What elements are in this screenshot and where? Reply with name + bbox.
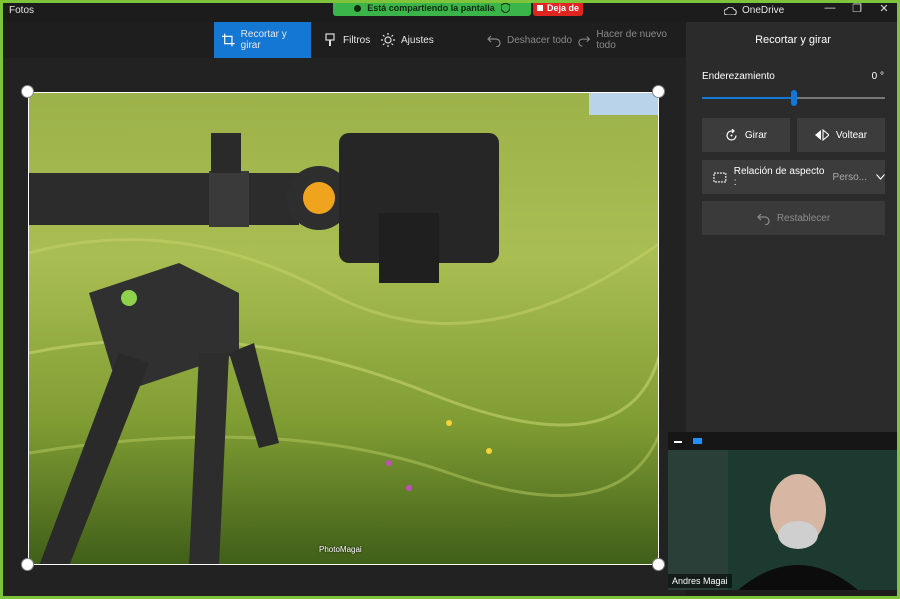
crop-handle-top-right[interactable] <box>652 85 665 98</box>
rotate-icon <box>726 128 737 141</box>
close-button[interactable]: ✕ <box>872 2 896 15</box>
title-bar: Fotos Está compartiendo la pantalla Deja… <box>0 0 900 22</box>
share-banner-text: Está compartiendo la pantalla <box>367 3 495 13</box>
flip-label: Voltear <box>835 129 868 141</box>
tab-filters[interactable]: Filtros <box>315 22 378 58</box>
participant-image <box>668 450 900 590</box>
reset-icon <box>756 213 770 225</box>
rotate-label: Girar <box>744 129 768 141</box>
tab-adjustments-label: Ajustes <box>401 34 434 46</box>
aspect-ratio-icon <box>713 172 727 182</box>
straighten-value: 0 ° <box>871 71 884 82</box>
tab-adjustments[interactable]: Ajustes <box>373 22 442 58</box>
aspect-ratio-label: Relación de aspecto : <box>733 166 825 188</box>
photo-preview: PhotoMagai <box>28 92 659 565</box>
aspect-ratio-value: Perso... <box>832 171 867 183</box>
undo-icon <box>487 35 501 47</box>
chevron-down-icon <box>876 172 885 183</box>
reset-label: Restablecer <box>776 212 831 224</box>
photo-watermark: PhotoMagai <box>319 545 362 554</box>
brush-icon <box>325 33 335 46</box>
rotate-button[interactable]: Girar <box>702 118 790 152</box>
slider-fill <box>702 97 794 99</box>
redo-all-label: Hacer de nuevo todo <box>596 29 667 51</box>
crop-handle-bottom-left[interactable] <box>21 558 34 571</box>
crop-handle-bottom-right[interactable] <box>652 558 665 571</box>
stop-share-button[interactable]: Deja de <box>533 0 583 16</box>
aspect-ratio-dropdown[interactable]: Relación de aspecto : Perso... <box>702 160 885 194</box>
crop-icon <box>222 33 235 47</box>
tab-filters-label: Filtros <box>343 34 371 46</box>
flip-button[interactable]: Voltear <box>797 118 885 152</box>
tab-crop-rotate-label: Recortar y girar <box>240 29 287 51</box>
maximize-button[interactable]: ❐ <box>845 2 869 15</box>
flip-icon <box>814 129 829 141</box>
onedrive-button[interactable]: OneDrive <box>724 5 784 16</box>
minimize-video-icon[interactable] <box>674 441 682 443</box>
crop-handle-top-left[interactable] <box>21 85 34 98</box>
app-title: Fotos <box>9 5 35 16</box>
share-status-icon <box>354 4 362 12</box>
panel-title: Recortar y girar <box>755 34 831 46</box>
minimize-button[interactable]: — <box>818 2 842 14</box>
slider-thumb[interactable] <box>790 90 797 106</box>
sun-icon <box>381 33 395 47</box>
undo-all-button[interactable]: Deshacer todo <box>479 22 580 58</box>
shield-icon <box>500 3 510 13</box>
participant-name: Andres Magai <box>668 574 732 588</box>
cloud-icon <box>724 6 737 15</box>
onedrive-label: OneDrive <box>742 5 785 16</box>
straighten-slider[interactable] <box>702 90 885 106</box>
redo-all-button[interactable]: Hacer de nuevo todo <box>570 22 686 58</box>
tab-crop-rotate[interactable]: Recortar y girar <box>214 22 311 58</box>
stop-share-label: Deja de <box>546 3 579 13</box>
video-layout-icon[interactable] <box>693 438 702 444</box>
crop-rotate-panel: Recortar y girar Enderezamiento 0 ° Gira… <box>686 22 900 432</box>
reset-button[interactable]: Restablecer <box>702 201 885 235</box>
photo-image <box>29 93 658 564</box>
redo-icon <box>578 36 591 47</box>
screen-share-banner: Está compartiendo la pantalla <box>333 0 531 16</box>
video-toolbar <box>668 432 900 450</box>
straighten-label: Enderezamiento <box>702 71 775 82</box>
stop-icon <box>536 5 543 11</box>
undo-all-label: Deshacer todo <box>507 34 573 46</box>
participant-video <box>668 450 900 590</box>
editor-toolbar: Recortar y girar Filtros Ajustes Deshace… <box>0 22 686 58</box>
